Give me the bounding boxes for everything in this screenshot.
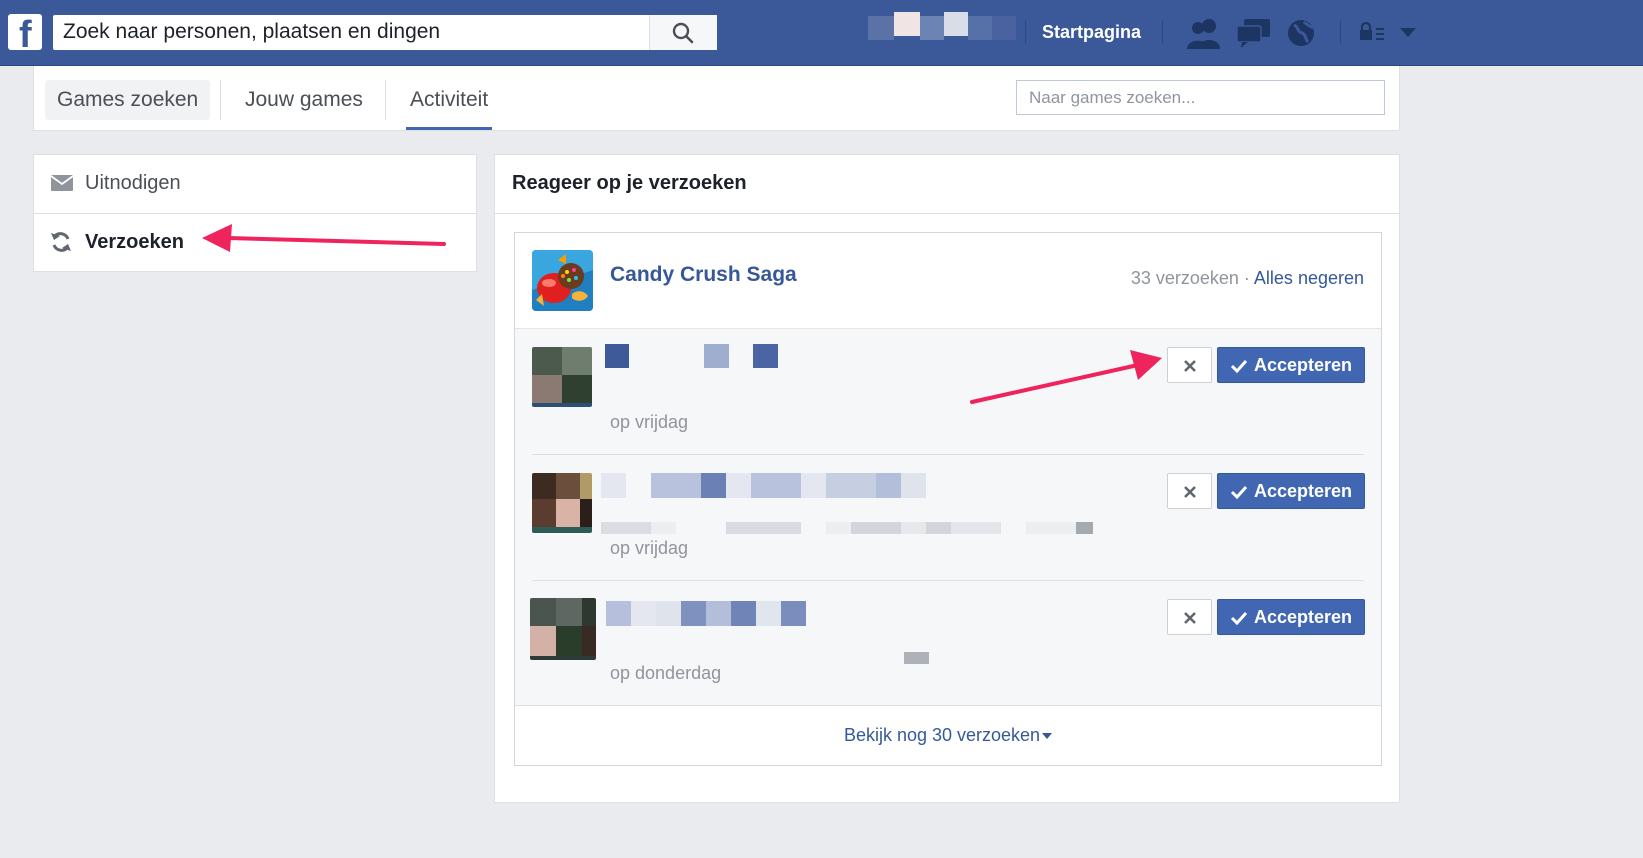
caret-down-icon — [1042, 733, 1053, 740]
search-icon — [672, 22, 694, 44]
sender-name-blurred[interactable] — [606, 601, 806, 627]
home-link[interactable]: Startpagina — [1042, 20, 1141, 44]
accept-button[interactable]: Accepteren — [1217, 599, 1365, 635]
close-icon — [1184, 486, 1196, 498]
global-search[interactable]: Zoek naar personen, plaatsen en dingen — [53, 15, 717, 50]
close-icon — [1184, 612, 1196, 624]
tab-activiteit[interactable]: Activiteit — [398, 80, 500, 120]
request-time: op donderdag — [610, 663, 722, 683]
top-bar: f Zoek naar personen, plaatsen en dingen… — [0, 0, 1643, 66]
app-header: Candy Crush Saga 33 verzoeken · Alles ne… — [515, 233, 1381, 329]
decline-button[interactable] — [1167, 599, 1212, 635]
search-input[interactable]: Zoek naar personen, plaatsen en dingen — [63, 15, 440, 50]
accept-button[interactable]: Accepteren — [1217, 347, 1365, 383]
close-icon — [1184, 360, 1196, 372]
sidebar-item-label: Verzoeken — [85, 231, 184, 253]
sidebar-item-uitnodigen[interactable]: Uitnodigen — [34, 155, 476, 213]
messages-icon[interactable] — [1236, 17, 1272, 49]
request-item: op vrijdag Accepteren — [515, 455, 1381, 581]
notifications-globe-icon[interactable] — [1286, 17, 1318, 49]
friends-icon[interactable] — [1186, 17, 1222, 49]
nav-separator — [1340, 20, 1341, 44]
checkmark-icon — [1230, 359, 1248, 373]
tab-separator — [220, 80, 221, 120]
accept-button[interactable]: Accepteren — [1217, 473, 1365, 509]
sender-name-blurred[interactable] — [601, 473, 931, 499]
panel-title: Reageer op je verzoeken — [512, 172, 747, 194]
show-more-link[interactable]: Bekijk nog 30 verzoeken — [515, 725, 1381, 746]
request-list: op vrijdag Accepteren op vrijdag Accepte… — [515, 329, 1381, 705]
refresh-arrows-icon — [51, 232, 71, 252]
request-time: op vrijdag — [610, 538, 689, 558]
avatar[interactable] — [532, 473, 592, 533]
ignore-all-link[interactable]: Alles negeren — [1254, 268, 1364, 288]
request-count: 33 verzoeken — [1130, 268, 1239, 288]
profile-link-blurred[interactable] — [868, 12, 1018, 40]
games-search-input[interactable] — [1017, 81, 1384, 114]
activity-sidebar: Uitnodigen Verzoeken — [33, 154, 477, 272]
show-more-bar: Bekijk nog 30 verzoeken — [515, 705, 1381, 765]
candy-crush-app-icon[interactable] — [532, 250, 593, 311]
meta-separator: · — [1243, 268, 1250, 288]
request-message-blurred — [601, 522, 1093, 535]
privacy-lock-icon[interactable] — [1358, 22, 1388, 42]
request-item: op vrijdag Accepteren — [515, 329, 1381, 455]
nav-separator — [1162, 20, 1163, 44]
app-requests-card: Candy Crush Saga 33 verzoeken · Alles ne… — [514, 232, 1382, 766]
avatar[interactable] — [532, 347, 592, 407]
requests-panel: Reageer op je verzoeken Candy Crush Saga… — [494, 154, 1400, 803]
request-message-blurred — [904, 652, 929, 664]
avatar[interactable] — [530, 598, 596, 660]
games-tabs-bar: Games zoeken Jouw games Activiteit — [33, 66, 1400, 131]
tab-separator — [385, 80, 386, 120]
tab-games-zoeken[interactable]: Games zoeken — [45, 80, 211, 120]
tab-jouw-games[interactable]: Jouw games — [233, 80, 375, 120]
search-button[interactable] — [649, 15, 717, 50]
games-search-field[interactable] — [1016, 80, 1385, 115]
active-tab-indicator — [406, 127, 492, 130]
app-name-link[interactable]: Candy Crush Saga — [610, 263, 797, 287]
request-item: op donderdag Accepteren — [515, 581, 1381, 707]
nav-separator — [1025, 20, 1026, 44]
panel-divider — [495, 213, 1399, 214]
decline-button[interactable] — [1167, 473, 1212, 509]
decline-button[interactable] — [1167, 347, 1212, 383]
request-time: op vrijdag — [610, 412, 689, 432]
sidebar-item-label: Uitnodigen — [85, 172, 181, 194]
sender-name-blurred[interactable] — [605, 344, 785, 370]
checkmark-icon — [1230, 485, 1248, 499]
dropdown-caret-icon[interactable] — [1399, 27, 1417, 39]
facebook-logo[interactable]: f — [8, 14, 42, 56]
sidebar-item-verzoeken[interactable]: Verzoeken — [34, 214, 476, 272]
app-meta: 33 verzoeken · Alles negeren — [1131, 268, 1364, 289]
envelope-icon — [50, 175, 74, 191]
checkmark-icon — [1230, 611, 1248, 625]
